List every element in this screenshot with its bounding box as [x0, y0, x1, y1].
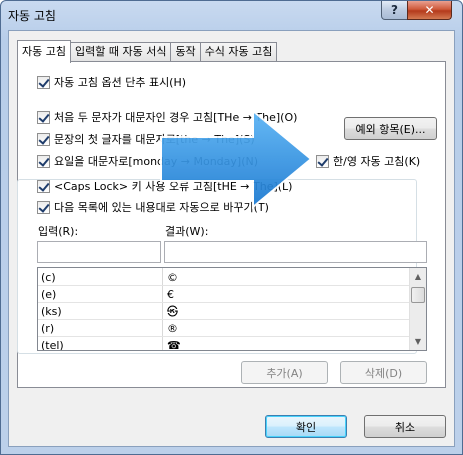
entry-result: ©: [167, 271, 178, 284]
ok-button[interactable]: 확인: [265, 415, 347, 438]
checkbox-label: 다음 목록에 있는 내용대로 자동으로 바꾸기(T): [54, 201, 269, 214]
scroll-thumb[interactable]: [411, 287, 425, 303]
tab-autoformat-as-you-type[interactable]: 입력할 때 자동 서식: [69, 42, 172, 62]
list-item[interactable]: (c) ©: [38, 269, 409, 286]
tab-math-autocorrect[interactable]: 수식 자동 고침: [199, 42, 278, 62]
autocorrect-dialog: 자동 고침 ? ✕ 자동 고침 입력할 때 자동 서식 동작 수식 자동 고침 …: [0, 0, 463, 455]
entry-result: €: [167, 288, 174, 301]
show-options-buttons-checkbox[interactable]: 자동 고침 옵션 단추 표시(H): [37, 74, 186, 90]
close-button[interactable]: ✕: [407, 1, 452, 20]
list-item[interactable]: (e) €: [38, 286, 409, 303]
add-button[interactable]: 추가(A): [241, 361, 328, 384]
korean-english-autocorrect-checkbox[interactable]: 한/영 자동 고침(K): [316, 153, 421, 169]
entry-input: (e): [41, 288, 57, 301]
checkbox-checked-icon: [316, 154, 329, 168]
entry-input: (c): [41, 271, 56, 284]
replace-result-label: 결과(W):: [165, 225, 209, 238]
checkbox-label: 한/영 자동 고침(K): [333, 155, 421, 168]
entry-result: ㉿: [167, 305, 178, 318]
replace-input-label: 입력(R):: [38, 225, 79, 238]
cancel-button[interactable]: 취소: [364, 415, 446, 438]
list-item[interactable]: (tel) ☎: [38, 337, 409, 351]
checkbox-checked-icon: [37, 110, 50, 124]
checkbox-label: 처음 두 문자가 대문자인 경우 고침[THe → The](O): [54, 111, 298, 124]
scroll-up-arrow-icon[interactable]: ▲: [410, 268, 426, 285]
scroll-down-arrow-icon[interactable]: ▼: [410, 333, 426, 350]
list-item[interactable]: (ks) ㉿: [38, 303, 409, 320]
tab-strip: 자동 고침 입력할 때 자동 서식 동작 수식 자동 고침: [17, 40, 278, 63]
capitalize-first-letter-checkbox[interactable]: 문장의 첫 글자를 대문자로[the → The](S): [37, 131, 255, 147]
two-initial-capitals-checkbox[interactable]: 처음 두 문자가 대문자인 경우 고침[THe → The](O): [37, 109, 297, 125]
tab-actions[interactable]: 동작: [170, 42, 201, 62]
entry-input: (ks): [41, 305, 62, 318]
list-item[interactable]: (r) ®: [38, 320, 409, 337]
checkbox-label: 요일을 대문자로[monday → Monday](N): [54, 155, 259, 168]
delete-button[interactable]: 삭제(D): [340, 361, 427, 384]
replace-result-field[interactable]: [164, 241, 427, 263]
entry-input: (tel): [41, 339, 64, 351]
checkbox-label: 문장의 첫 글자를 대문자로[the → The](S): [54, 133, 255, 146]
entry-result: ®: [167, 322, 178, 335]
checkbox-checked-icon: [37, 75, 50, 89]
checkbox-label: 자동 고침 옵션 단추 표시(H): [54, 76, 187, 89]
help-button[interactable]: ?: [381, 1, 408, 20]
checkbox-checked-icon: [37, 200, 50, 214]
entry-input: (r): [41, 322, 55, 335]
checkbox-checked-icon: [37, 132, 50, 146]
list-scrollbar[interactable]: ▲ ▼: [409, 268, 426, 350]
tab-autocorrect[interactable]: 자동 고침: [17, 40, 71, 63]
checkbox-checked-icon: [37, 154, 50, 168]
replace-input-field[interactable]: [37, 241, 161, 263]
exceptions-button[interactable]: 예외 항목(E)...: [344, 117, 437, 140]
entry-result: ☎: [167, 339, 181, 351]
capitalize-day-names-checkbox[interactable]: 요일을 대문자로[monday → Monday](N): [37, 153, 258, 169]
replace-text-as-you-type-checkbox[interactable]: 다음 목록에 있는 내용대로 자동으로 바꾸기(T): [37, 199, 271, 215]
autocorrect-entries-list[interactable]: (c) © (e) € (ks) ㉿ (r) ® (tel) ☎ ▲ ▼: [37, 267, 427, 351]
window-title: 자동 고침: [8, 9, 56, 23]
